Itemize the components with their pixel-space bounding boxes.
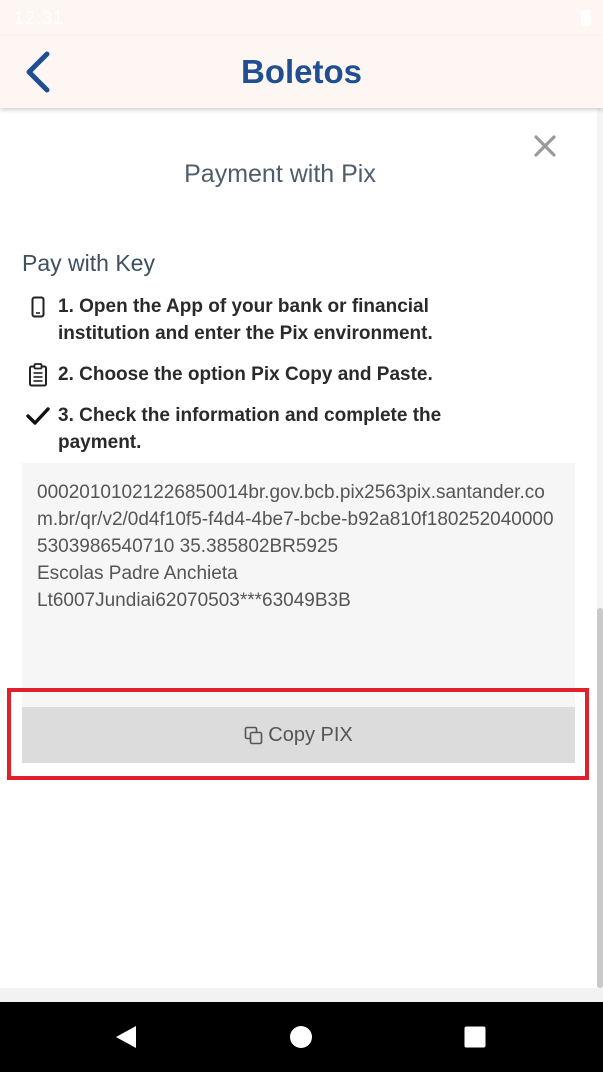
battery-icon — [581, 10, 591, 26]
pix-payment-modal: Payment with Pix Pay with Key 1. Open th… — [0, 108, 603, 988]
close-icon — [534, 135, 556, 157]
nav-back-button[interactable] — [103, 1014, 149, 1060]
nav-home-button[interactable] — [278, 1014, 324, 1060]
pix-code-box[interactable]: 00020101021226850014br.gov.bcb.pix2563pi… — [22, 463, 575, 708]
step-item: 2. Choose the option Pix Copy and Paste. — [24, 361, 464, 388]
nav-recent-button[interactable] — [452, 1014, 498, 1060]
copy-icon — [244, 726, 263, 745]
copy-pix-button[interactable]: Copy PIX — [22, 707, 575, 763]
scrollbar-thumb[interactable] — [597, 608, 603, 988]
status-time: 12:31 — [14, 8, 65, 28]
copy-pix-label: Copy PIX — [268, 723, 353, 746]
app-bar: Boletos — [0, 36, 603, 108]
check-icon — [24, 404, 52, 428]
clipboard-icon — [24, 363, 52, 387]
status-bar: 12:31 — [0, 0, 603, 36]
nav-back-icon — [116, 1026, 136, 1048]
section-title: Pay with Key — [22, 250, 155, 276]
nav-recent-icon — [464, 1026, 486, 1048]
page-title: Boletos — [240, 53, 362, 90]
pix-code-text[interactable]: 00020101021226850014br.gov.bcb.pix2563pi… — [37, 479, 562, 614]
step-text: 1. Open the App of your bank or financia… — [58, 296, 433, 344]
phone-icon — [24, 295, 52, 319]
step-text: 3. Check the information and complete th… — [58, 405, 442, 453]
step-item: 3. Check the information and complete th… — [24, 402, 464, 456]
close-button[interactable] — [527, 128, 563, 164]
bottom-strip — [0, 988, 603, 1002]
step-item: 1. Open the App of your bank or financia… — [24, 293, 464, 347]
modal-title: Payment with Pix — [184, 160, 376, 188]
nav-home-icon — [290, 1026, 312, 1048]
scrollbar[interactable] — [597, 108, 603, 988]
system-nav-bar — [0, 1002, 603, 1072]
step-text: 2. Choose the option Pix Copy and Paste. — [58, 364, 433, 385]
